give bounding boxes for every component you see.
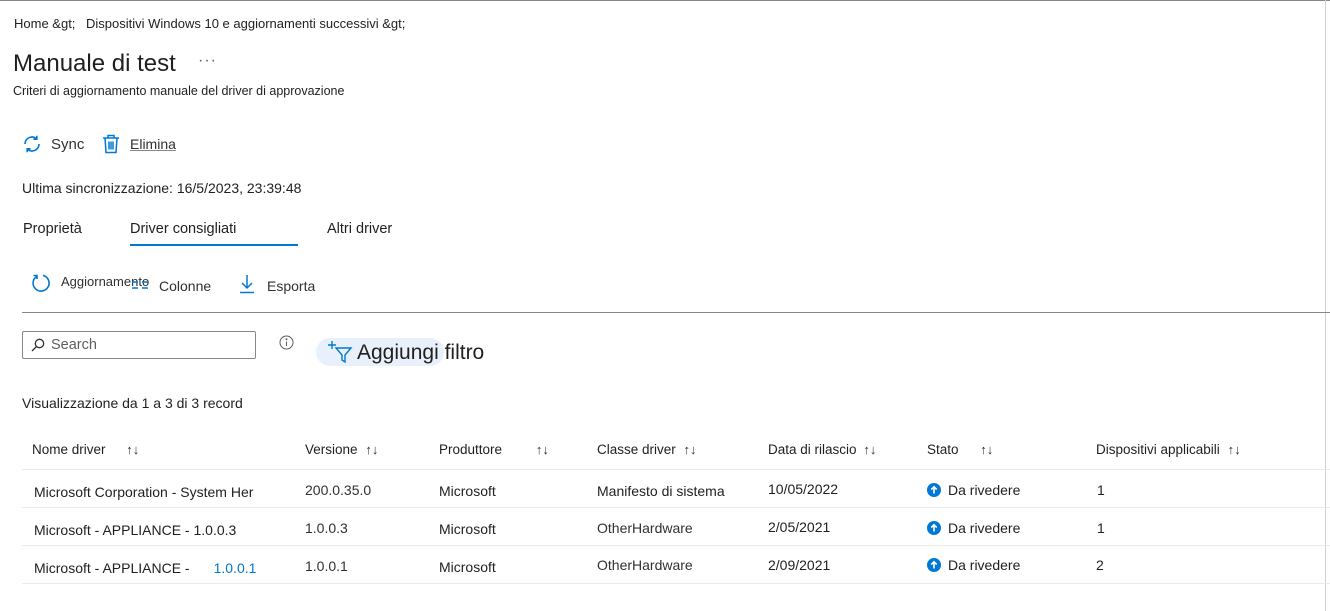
sync-label: Sync	[51, 135, 85, 153]
arrow-up-circle-icon	[927, 483, 941, 497]
export-button[interactable]: Esporta	[239, 274, 315, 297]
sort-icon[interactable]: ↑↓	[1228, 442, 1241, 457]
page-title: Manuale di test	[13, 50, 176, 77]
top-border	[0, 0, 1330, 1]
sort-icon[interactable]: ↑↓	[684, 442, 697, 457]
driver-version-link[interactable]: 1.0.0.1	[214, 560, 257, 576]
sort-icon[interactable]: ↑↓	[536, 442, 549, 457]
delete-label: Elimina	[130, 136, 176, 152]
search-input[interactable]	[45, 337, 246, 353]
add-filter-icon	[327, 340, 353, 369]
records-count: Visualizzazione da 1 a 3 di 3 record	[22, 395, 243, 411]
columns-label: Colonne	[159, 277, 212, 294]
sort-icon[interactable]: ↑↓	[980, 442, 993, 457]
info-icon[interactable]	[279, 335, 294, 355]
tab-recommended-drivers[interactable]: Driver consigliati	[130, 221, 236, 237]
column-header-release-date[interactable]: Data di rilascio ↑↓	[768, 442, 876, 457]
page-subtitle: Criteri di aggiornamento manuale del dri…	[13, 84, 345, 98]
search-icon	[31, 338, 45, 352]
column-header-driver-class[interactable]: Classe driver ↑↓	[597, 442, 697, 457]
sort-icon[interactable]: ↑↓	[863, 442, 876, 457]
tab-properties[interactable]: Proprietà	[23, 221, 82, 237]
cell-driver-name[interactable]: Microsoft Corporation - System Her	[34, 484, 253, 500]
breadcrumb-windows-devices[interactable]: Dispositivi Windows 10 e aggiornamenti s…	[86, 16, 405, 31]
tab-selected-indicator	[130, 244, 298, 246]
columns-button[interactable]: Colonne	[131, 276, 211, 295]
row-divider	[22, 507, 1330, 508]
cell-driver-class: Manifesto di sistema	[597, 483, 725, 499]
column-header-driver-name[interactable]: Nome driver ↑↓	[32, 442, 139, 457]
delete-button[interactable]: Elimina	[101, 133, 176, 155]
row-divider	[22, 545, 1330, 546]
refresh-icon	[31, 272, 51, 297]
last-sync-text: Ultima sincronizzazione: 16/5/2023, 23:3…	[22, 180, 302, 196]
toolbar-divider	[22, 312, 1330, 313]
cell-driver-class: OtherHardware	[597, 557, 693, 573]
cell-driver-name[interactable]: Microsoft - APPLIANCE -1.0.0.1	[34, 560, 256, 576]
cell-release-date: 2/05/2021	[768, 519, 831, 535]
more-options-button[interactable]: ···	[198, 52, 217, 70]
trash-icon	[101, 133, 121, 155]
cell-status: Da rivedere	[927, 482, 1020, 498]
column-header-version[interactable]: Versione ↑↓	[305, 442, 378, 457]
export-label: Esporta	[267, 277, 316, 294]
row-divider	[22, 583, 1330, 584]
cell-applicable-devices: 1	[1097, 482, 1105, 498]
cell-manufacturer: Microsoft	[439, 559, 496, 575]
tab-other-drivers[interactable]: Altri driver	[327, 221, 392, 237]
sync-button[interactable]: Sync	[21, 133, 84, 155]
cell-status: Da rivedere	[927, 557, 1020, 573]
cell-version: 200.0.35.0	[305, 482, 372, 498]
cell-version: 1.0.0.3	[305, 520, 348, 536]
cell-driver-name[interactable]: Microsoft - APPLIANCE - 1.0.0.3	[34, 522, 236, 538]
cell-applicable-devices: 2	[1096, 557, 1104, 573]
column-header-status[interactable]: Stato ↑↓	[927, 442, 993, 457]
cell-manufacturer: Microsoft	[439, 483, 496, 499]
search-box[interactable]	[22, 331, 256, 359]
cell-applicable-devices: 1	[1097, 520, 1105, 536]
cell-release-date: 2/09/2021	[768, 557, 831, 573]
sort-icon[interactable]: ↑↓	[126, 442, 139, 457]
sync-icon	[21, 133, 43, 155]
add-filter-label: Aggiungi filtro	[357, 341, 485, 364]
cell-driver-class: OtherHardware	[597, 520, 693, 536]
sort-icon[interactable]: ↑↓	[365, 442, 378, 457]
cell-status: Da rivedere	[927, 520, 1020, 536]
arrow-up-circle-icon	[927, 521, 941, 535]
right-border	[1325, 0, 1326, 611]
cell-release-date: 10/05/2022	[768, 481, 839, 497]
row-divider	[22, 469, 1330, 470]
cell-version: 1.0.0.1	[305, 558, 348, 574]
arrow-up-circle-icon	[927, 558, 941, 572]
column-header-applicable-devices[interactable]: Dispositivi applicabili ↑↓	[1096, 442, 1241, 457]
download-icon	[239, 274, 255, 297]
columns-icon	[131, 276, 149, 295]
breadcrumb-home[interactable]: Home &gt;	[14, 16, 75, 31]
cell-manufacturer: Microsoft	[439, 521, 496, 537]
column-header-manufacturer[interactable]: Produttore ↑↓	[439, 442, 549, 457]
